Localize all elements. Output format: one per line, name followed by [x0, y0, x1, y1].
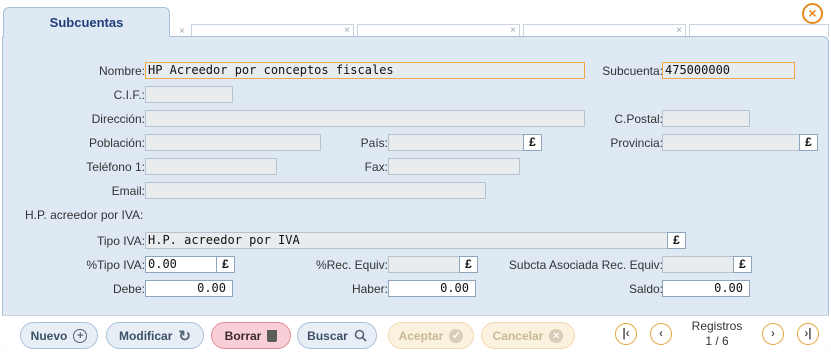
- modificar-button[interactable]: Modificar ↻: [106, 322, 204, 349]
- direccion-label: Dirección:: [91, 112, 145, 126]
- search-icon: [354, 329, 367, 342]
- saldo-label: Saldo:: [628, 282, 663, 296]
- bottom-toolbar: Nuevo + Modificar ↻ Borrar Buscar Acepta…: [2, 315, 829, 352]
- pct-tipo-iva-label: %Tipo IVA:: [86, 258, 145, 272]
- direccion-field[interactable]: [145, 110, 585, 127]
- haber-label: Haber:: [351, 282, 388, 296]
- provincia-field[interactable]: [662, 134, 800, 151]
- nombre-field[interactable]: HP Acreedor por conceptos fiscales: [145, 62, 585, 79]
- close-icon[interactable]: ×: [510, 26, 516, 36]
- subcta-rec-lookup-icon[interactable]: £: [733, 256, 752, 273]
- buscar-label: Buscar: [307, 328, 348, 343]
- email-label: Email:: [111, 184, 145, 198]
- email-field[interactable]: [145, 182, 486, 199]
- aceptar-label: Aceptar: [398, 328, 444, 343]
- borrar-label: Borrar: [224, 328, 262, 343]
- tab-subcuentas[interactable]: Subcuentas: [3, 7, 170, 37]
- cif-label: C.I.F.:: [113, 88, 145, 102]
- tipo-iva-label: Tipo IVA:: [96, 234, 145, 248]
- telefono-field[interactable]: [145, 158, 277, 175]
- hp-section-label: H.P. acreedor por IVA:: [25, 208, 144, 222]
- close-window-icon[interactable]: ×: [802, 3, 823, 24]
- cif-field[interactable]: [145, 86, 233, 103]
- last-record-button[interactable]: ›|: [797, 323, 819, 345]
- prev-record-button[interactable]: ‹: [650, 323, 672, 345]
- fax-field[interactable]: [388, 158, 520, 175]
- subcta-rec-field[interactable]: [662, 256, 734, 273]
- modificar-label: Modificar: [119, 328, 173, 343]
- rec-equiv-lookup-icon[interactable]: £: [459, 256, 478, 273]
- pais-lookup-icon[interactable]: £: [523, 134, 542, 151]
- tipo-iva-field[interactable]: H.P. acreedor por IVA: [145, 232, 668, 249]
- cancelar-button[interactable]: Cancelar ×: [481, 322, 575, 349]
- subcta-rec-label: Subcta Asociada Rec. Equiv:: [508, 258, 663, 272]
- provincia-label: Provincia:: [610, 136, 663, 150]
- registros-label: Registros: [691, 319, 743, 333]
- borrar-button[interactable]: Borrar: [211, 322, 291, 349]
- next-record-button[interactable]: ›: [762, 323, 784, 345]
- debe-label: Debe:: [112, 282, 145, 296]
- nuevo-button[interactable]: Nuevo +: [20, 322, 98, 349]
- plus-icon: +: [73, 328, 88, 343]
- pais-label: País:: [360, 136, 388, 150]
- rec-equiv-label: %Rec. Equiv:: [315, 258, 388, 272]
- registros-indicator: Registros 1 / 6: [682, 319, 752, 349]
- close-icon[interactable]: ×: [344, 26, 350, 36]
- debe-field: 0.00: [145, 280, 233, 297]
- cpostal-field[interactable]: [662, 110, 750, 127]
- trash-icon: [267, 330, 278, 342]
- saldo-field: 0.00: [662, 280, 750, 297]
- buscar-button[interactable]: Buscar: [297, 322, 377, 349]
- cpostal-label: C.Postal:: [614, 112, 663, 126]
- registros-value: 1 / 6: [705, 334, 729, 348]
- nuevo-label: Nuevo: [30, 328, 68, 343]
- close-icon[interactable]: ×: [676, 26, 682, 36]
- subcuenta-label: Subcuenta:: [602, 64, 663, 78]
- pct-tipo-iva-lookup-icon[interactable]: £: [216, 256, 235, 273]
- cancelar-label: Cancelar: [492, 328, 544, 343]
- poblacion-field[interactable]: [145, 134, 321, 151]
- pais-field[interactable]: [388, 134, 524, 151]
- aceptar-button[interactable]: Aceptar ✓: [388, 322, 474, 349]
- haber-field: 0.00: [388, 280, 476, 297]
- x-circle-icon: ×: [549, 328, 564, 343]
- pct-tipo-iva-field[interactable]: 0.00: [145, 256, 217, 273]
- telefono-label: Teléfono 1:: [86, 160, 145, 174]
- check-icon: ✓: [449, 328, 464, 343]
- subcuenta-field[interactable]: 475000000: [662, 62, 795, 79]
- rec-equiv-field[interactable]: [388, 256, 460, 273]
- nombre-label: Nombre:: [98, 64, 145, 78]
- poblacion-label: Población:: [88, 136, 145, 150]
- refresh-icon: ↻: [178, 327, 191, 345]
- first-record-button[interactable]: |‹: [615, 323, 637, 345]
- provincia-lookup-icon[interactable]: £: [799, 134, 818, 151]
- tipo-iva-lookup-icon[interactable]: £: [667, 232, 686, 249]
- fax-label: Fax:: [364, 160, 388, 174]
